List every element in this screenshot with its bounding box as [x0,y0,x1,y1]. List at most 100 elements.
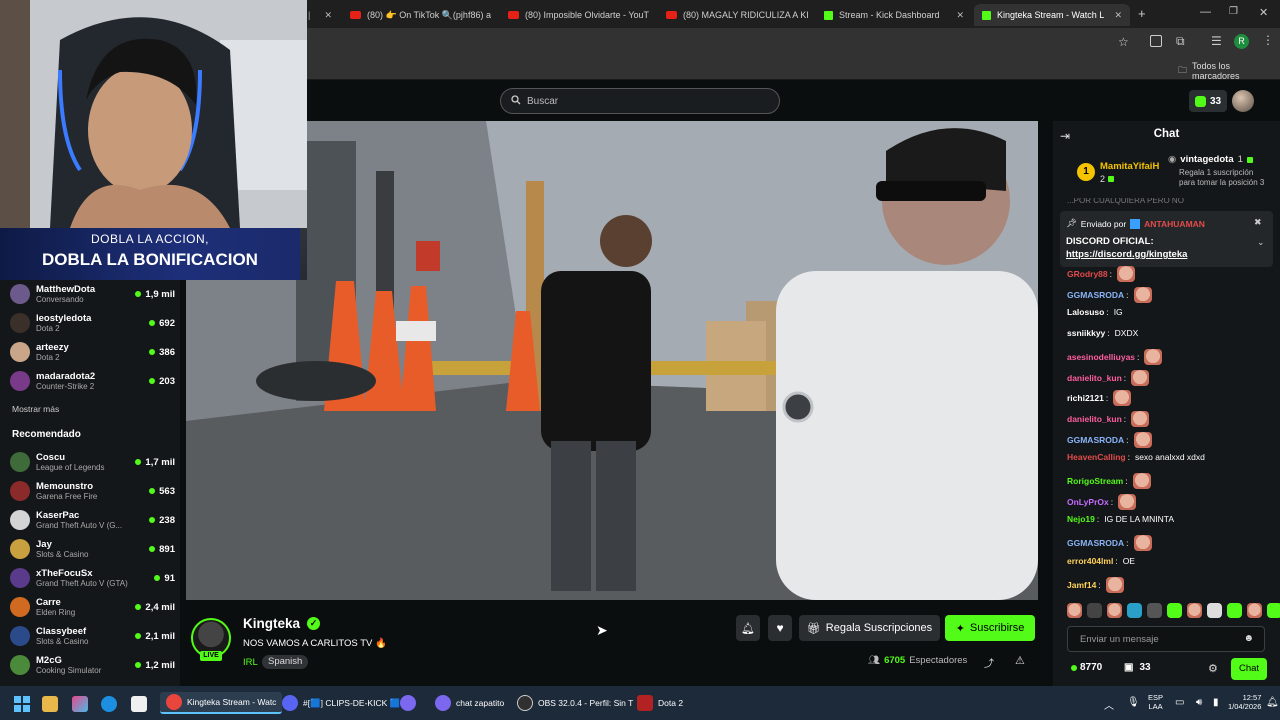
chat-username[interactable]: ssniikkyy [1067,328,1105,338]
menu-icon[interactable]: ⋮ [1262,33,1274,47]
battery-icon[interactable]: ▮ [1213,697,1219,708]
windows-start-icon[interactable] [14,696,30,712]
sidebar-channel[interactable]: Carre Elden Ring 2,4 mil [10,593,175,621]
chat-send-button[interactable]: Chat [1231,658,1267,680]
stream-language-tag[interactable]: Spanish [262,655,309,669]
kicks-wallet[interactable]: 8770 [1071,662,1102,673]
chat-username[interactable]: asesinodelliuyas [1067,352,1135,362]
chevron-up-icon[interactable]: ︿ [1104,697,1114,712]
chat-username[interactable]: GGMASRODA [1067,538,1124,548]
system-clock[interactable]: 12:57 1/04/2026 [1228,693,1261,711]
report-icon[interactable]: ⚠ [1015,654,1025,667]
emote-icon[interactable] [1267,603,1280,618]
tab-youtube-3[interactable]: (80) MAGALY RIDICULIZA A KI✕ [658,4,814,26]
video-player[interactable] [186,121,1038,600]
sidebar-channel[interactable]: KaserPac Grand Theft Auto V (G... 238 [10,506,175,534]
kicks-balance[interactable]: 33 [1189,90,1227,112]
unpin-icon[interactable]: ✖ [1254,217,1262,228]
user-avatar[interactable] [1232,90,1254,112]
sub-counter[interactable]: ▣ 33 [1124,662,1151,673]
sidebar-channel[interactable]: M2cG Cooking Simulator 1,2 mil [10,651,175,679]
chat-username[interactable]: Jamf14 [1067,580,1096,590]
tab-youtube-1[interactable]: (80) 👉 On TikTok 🔍(pjhf86) a✕ [342,4,498,26]
chat-username[interactable]: danielito_kun [1067,373,1122,383]
notification-button[interactable]: 🔔︎ [736,615,760,641]
maximize-icon[interactable]: ❐ [1229,6,1238,17]
chat-username[interactable]: Lalosuso [1067,307,1104,317]
chat-username[interactable]: danielito_kun [1067,414,1122,424]
close-window-icon[interactable]: ✕ [1259,6,1268,19]
emote-icon[interactable] [1207,603,1222,618]
chat-username[interactable]: RorigoStream [1067,476,1123,486]
chat-username[interactable]: richi2121 [1067,393,1104,403]
star-icon[interactable]: ☆ [1118,35,1129,49]
taskbar-item-app[interactable] [400,692,421,714]
store-icon[interactable] [131,696,147,712]
leader-2[interactable]: ◉ vintagedota 1 [1168,154,1253,165]
chevron-down-icon[interactable]: ⌄ [1257,237,1265,248]
network-icon[interactable]: ▭ [1175,697,1184,708]
follow-button[interactable]: ♥ [768,615,792,641]
stream-category[interactable]: IRL [243,657,258,668]
gift-subs-button[interactable]: 🎁︎ Regala Suscripciones [799,615,940,641]
emote-icon[interactable] [1187,603,1202,618]
sidebar-channel[interactable]: madaradota2 Counter-Strike 2 203 [10,367,175,395]
screenshot-icon[interactable] [1150,35,1162,47]
emote-icon[interactable] [1087,603,1102,618]
pinned-link[interactable]: https://discord.gg/kingteka [1066,249,1187,260]
media-icon[interactable]: ☰ [1211,34,1222,48]
taskbar-item-dota[interactable]: Dota 2 [637,692,683,714]
close-icon[interactable]: ✕ [318,10,332,21]
emote-icon[interactable] [1247,603,1262,618]
sidebar-channel[interactable]: leostyledota Dota 2 692 [10,309,175,337]
chat-username[interactable]: GRodry88 [1067,269,1108,279]
emoji-icon[interactable]: ☻ [1243,633,1254,644]
streamer-name[interactable]: Kingteka [243,616,300,631]
emote-icon[interactable] [1167,603,1182,618]
taskbar-item-chat[interactable]: chat zapatito [435,692,504,714]
sidebar-channel[interactable]: MatthewDota Conversando 1,9 mil [10,280,175,308]
sidebar-channel[interactable]: Classybeef Slots & Casino 2,1 mil [10,622,175,650]
chat-username[interactable]: GGMASRODA [1067,290,1124,300]
search-bar[interactable] [500,88,780,114]
close-icon[interactable]: ✕ [649,10,656,21]
subscribe-button[interactable]: ✦ Suscribirse [945,615,1035,641]
emote-icon[interactable] [1107,603,1122,618]
volume-icon[interactable]: 🔊︎ [1196,697,1202,708]
close-icon[interactable]: ✕ [950,10,964,21]
edge-icon[interactable] [101,696,117,712]
extensions-icon[interactable]: ⧉ [1176,34,1185,49]
close-icon[interactable]: ✕ [1108,10,1122,21]
new-tab-icon[interactable]: + [1138,6,1146,21]
tab-kick-dashboard[interactable]: Stream - Kick Dashboard ✕ [816,4,972,26]
emote-icon[interactable] [1147,603,1162,618]
sidebar-channel[interactable]: Jay Slots & Casino 891 [10,535,175,563]
sidebar-channel[interactable]: arteezy Dota 2 386 [10,338,175,366]
chat-input-box[interactable]: ☻ [1067,626,1265,652]
chat-username[interactable]: error404lml [1067,556,1113,566]
emote-icon[interactable] [1127,603,1142,618]
all-bookmarks[interactable]: 🗀 Todos los marcadores [1178,61,1280,81]
tab-kingteka-stream[interactable]: Kingteka Stream - Watch L ✕ [974,4,1130,26]
show-more-link[interactable]: Mostrar más [12,404,59,414]
chat-username[interactable]: GGMASRODA [1067,435,1124,445]
sidebar-channel[interactable]: Coscu League of Legends 1,7 mil [10,448,175,476]
taskbar-item-obs[interactable]: OBS 32.0.4 - Perfil: Sin T [517,692,633,714]
file-explorer-icon[interactable] [42,696,58,712]
tab-youtube-2[interactable]: (80) Imposible Olvidarte - YouT✕ [500,4,656,26]
gear-icon[interactable]: ⚙ [1208,662,1218,675]
notification-icon[interactable]: 🔔︎ [1266,697,1279,708]
emote-icon[interactable] [1227,603,1242,618]
language-indicator[interactable]: ESP LAA [1148,693,1163,711]
chat-username[interactable]: OnLyPrOx [1067,497,1109,507]
chat-username[interactable]: Nejo19 [1067,514,1095,524]
copilot-icon[interactable] [72,696,88,712]
share-icon[interactable]: ⤴ [984,655,994,670]
sidebar-channel[interactable]: Memounstro Garena Free Fire 563 [10,477,175,505]
search-input[interactable] [527,95,757,107]
minimize-icon[interactable]: — [1200,6,1211,18]
close-icon[interactable]: ✕ [491,10,498,21]
pinned-message[interactable]: 📌︎ Enviado por ANTAHUAMAN ✖ DISCORD OFIC… [1060,211,1273,267]
microphone-icon[interactable]: 🎙︎ [1127,697,1140,708]
chat-input[interactable] [1080,633,1240,645]
